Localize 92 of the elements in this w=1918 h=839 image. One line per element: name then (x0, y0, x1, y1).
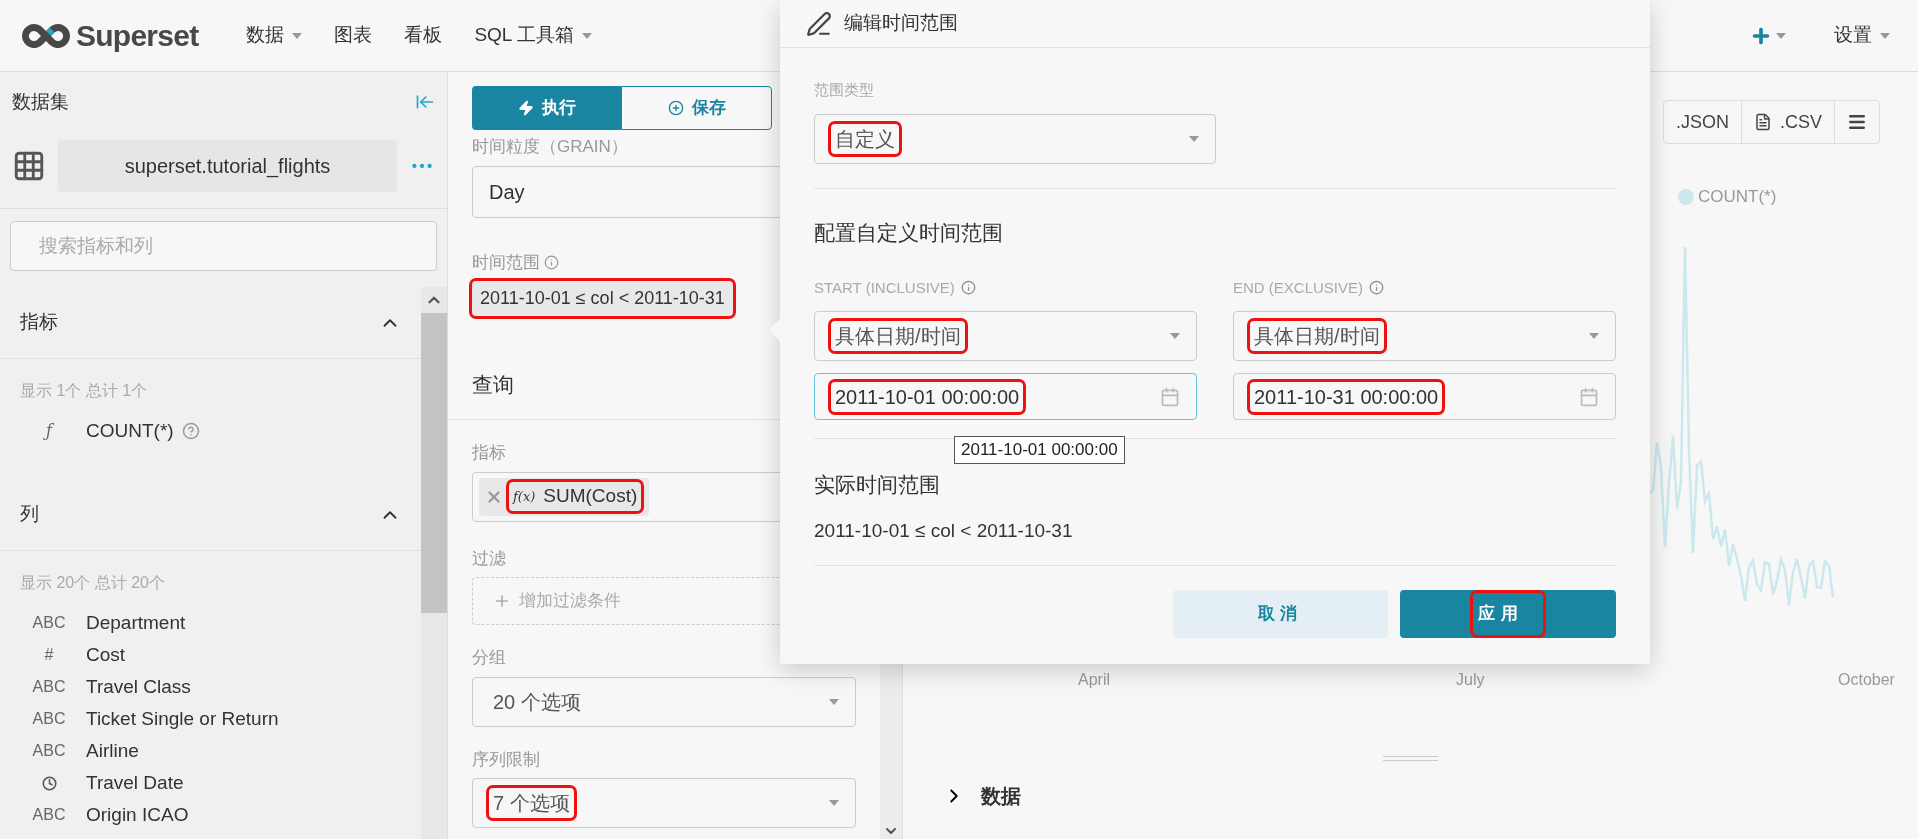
edit-icon (806, 10, 832, 37)
select-field[interactable]: 7 个选项 (472, 778, 856, 828)
column-name[interactable]: Travel Class (86, 672, 191, 702)
run-button[interactable]: 执行 (472, 86, 621, 130)
dropdown-caret-icon (1170, 333, 1180, 339)
axis-label: April (1078, 670, 1110, 690)
calendar-icon (1160, 386, 1180, 407)
scrollbar[interactable] (421, 287, 447, 839)
calendar-icon (1579, 386, 1599, 407)
data-section-header[interactable]: 数据 (903, 781, 1918, 811)
dropdown-caret-icon (1189, 136, 1199, 142)
axis-label: July (1456, 670, 1485, 690)
save-button[interactable]: 保存 (621, 86, 772, 130)
table-icon (12, 149, 46, 183)
plus-icon (493, 592, 511, 610)
select-field[interactable]: 20 个选项 (472, 676, 856, 727)
select-field[interactable]: 具体日期/时间 (1233, 311, 1616, 361)
cancel-button[interactable]: 取消 (1173, 590, 1388, 638)
settings-menu[interactable]: 设置 (1834, 21, 1890, 50)
section-title: 查询 (472, 371, 514, 398)
field-label: 过滤 (472, 547, 506, 570)
plus-circle-icon (667, 100, 684, 116)
field-label: 序列限制 (472, 748, 540, 771)
column-name[interactable]: Travel Date (86, 768, 184, 798)
apply-button[interactable]: 应用 (1400, 590, 1616, 638)
caret-icon (1776, 32, 1786, 39)
type-label: # (44, 645, 54, 665)
logo-text[interactable]: Superset (76, 13, 199, 58)
search-field[interactable]: 搜索指标和列 (10, 221, 437, 271)
section-title: 指标 (20, 310, 58, 335)
select-value: 7 个选项 (489, 788, 574, 818)
type-label: ABC (32, 805, 66, 825)
column-name[interactable]: Airline (86, 736, 139, 766)
nav-menu-item[interactable]: SQL 工具箱 (458, 21, 608, 50)
field-label: END (EXCLUSIVE) (1233, 277, 1364, 298)
time-range-pill[interactable]: 2011-10-01 ≤ col < 2011-10-31 (472, 281, 733, 316)
field-label: 分组 (472, 647, 506, 669)
nav-menu-item[interactable]: 看板 (388, 21, 459, 50)
caret-icon (292, 32, 303, 39)
info-icon (544, 254, 559, 270)
type-label: ABC (32, 741, 66, 761)
column-name[interactable]: Ticket Single or Return (86, 704, 279, 734)
column-name[interactable]: Cost (86, 640, 126, 670)
section-title: 列 (20, 502, 39, 527)
caret-icon (1880, 32, 1890, 39)
column-name[interactable]: Origin ICAO (86, 800, 189, 830)
nav-menu-item[interactable]: 数据 (230, 21, 319, 50)
field-label: 时间粒度（GRAIN） (472, 136, 628, 158)
actual-range-text: 2011-10-01 ≤ col < 2011-10-31 (814, 519, 1073, 541)
date-value: 2011-10-31 00:00:00 (1250, 381, 1443, 412)
export-button[interactable]: .CSV (1742, 101, 1835, 143)
date-value: 2011-10-01 00:00:00 (831, 381, 1024, 412)
count-summary: 显示 20个 总计 20个 (20, 573, 166, 593)
field-label: START (INCLUSIVE) (814, 277, 955, 298)
clock-icon (41, 775, 57, 791)
count-summary: 显示 1个 总计 1个 (20, 381, 149, 401)
field-label: 指标 (472, 442, 506, 464)
file-icon (1754, 113, 1772, 131)
info-icon (960, 280, 976, 296)
type-label: ABC (32, 709, 66, 729)
axis-label: October (1838, 670, 1895, 690)
column-name[interactable]: COUNT(*) (86, 416, 174, 446)
column-name[interactable]: Department (86, 608, 186, 638)
lightning-icon (517, 100, 534, 116)
dataset-name[interactable]: superset.tutorial_flights (58, 140, 397, 192)
type-label: ABC (32, 677, 66, 697)
dropdown-caret-icon (829, 698, 839, 705)
info-icon (1369, 280, 1385, 296)
select-field[interactable]: 自定义 (814, 114, 1216, 164)
date-input[interactable]: 2011-10-01 00:00:00 (814, 373, 1197, 420)
nav-menu-item[interactable]: 图表 (318, 21, 389, 50)
dropdown-caret-icon (1589, 333, 1599, 339)
select-value: 具体日期/时间 (1250, 321, 1384, 351)
collapse-icon[interactable] (415, 92, 435, 112)
select-value: 具体日期/时间 (831, 321, 965, 351)
popover-title: 编辑时间范围 (844, 11, 958, 36)
select-value: 自定义 (831, 124, 899, 154)
menu-icon (1847, 112, 1867, 132)
field-label: 时间范围 (472, 251, 540, 274)
export-button[interactable]: .JSON (1663, 101, 1742, 143)
select-field[interactable]: 具体日期/时间 (814, 311, 1197, 361)
section-title: 配置自定义时间范围 (814, 221, 1003, 244)
date-input[interactable]: 2011-10-31 00:00:00 (1233, 373, 1616, 420)
dropdown-caret-icon (829, 800, 839, 806)
caret-icon (582, 32, 592, 39)
help-icon (181, 422, 200, 440)
select-value: 20 个选项 (492, 689, 582, 715)
select-value: Day (489, 179, 525, 205)
type-label: ABC (32, 613, 66, 633)
tooltip: 2011-10-01 00:00:00 (954, 436, 1125, 464)
panel-title: 数据集 (12, 89, 69, 114)
field-label: 范围类型 (814, 81, 874, 98)
